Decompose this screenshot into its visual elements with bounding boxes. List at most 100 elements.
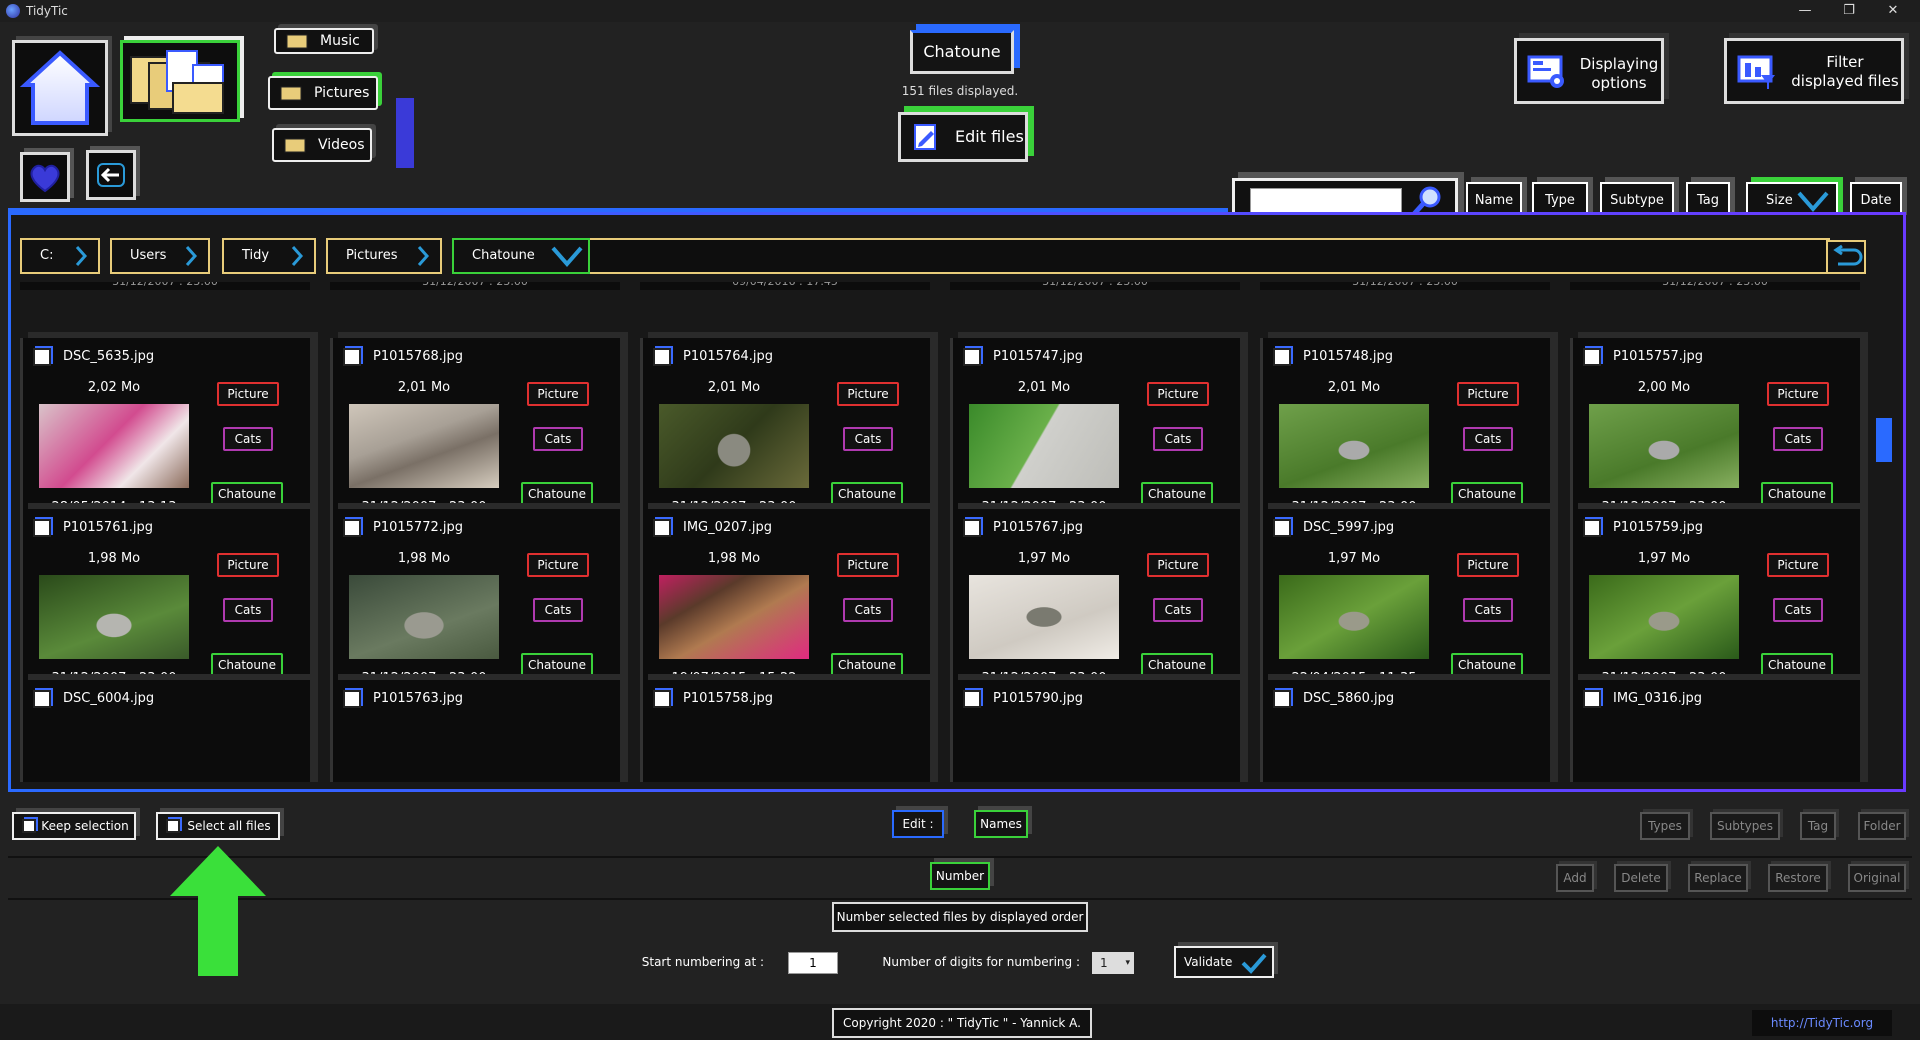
original-button[interactable]: Original (1848, 864, 1906, 892)
file-checkbox[interactable] (1273, 690, 1291, 708)
file-tag-badge[interactable]: Chatoune (211, 653, 283, 677)
file-tag-badge[interactable]: Chatoune (1141, 653, 1213, 677)
file-card[interactable]: P1015768.jpg 2,01 Mo 31/12/2007 : 23:00 Pic… (330, 338, 620, 526)
file-thumbnail[interactable] (349, 575, 499, 659)
folder-button[interactable]: Folder (1858, 812, 1906, 840)
file-type-badge[interactable]: Picture (1457, 382, 1519, 406)
file-thumbnail[interactable] (1279, 404, 1429, 488)
filter-files-button[interactable]: Filter displayed files (1724, 38, 1904, 104)
file-thumbnail[interactable] (1589, 404, 1739, 488)
website-link[interactable]: http://TidyTic.org (1752, 1010, 1892, 1036)
file-type-badge[interactable]: Picture (1457, 553, 1519, 577)
file-checkbox[interactable] (653, 519, 671, 537)
file-card[interactable]: P1015764.jpg 2,01 Mo 31/12/2007 : 23:00 Pic… (640, 338, 930, 526)
select-all-button[interactable]: Select all files (156, 812, 280, 840)
file-thumbnail[interactable] (39, 575, 189, 659)
file-type-badge[interactable]: Picture (217, 382, 279, 406)
file-subtype-badge[interactable]: Cats (1773, 598, 1823, 622)
file-checkbox[interactable] (343, 348, 361, 366)
file-card[interactable]: P1015748.jpg 2,01 Mo 31/12/2007 : 23:00 Pic… (1260, 338, 1550, 526)
file-checkbox[interactable] (653, 348, 671, 366)
videos-button[interactable]: Videos (272, 128, 372, 162)
file-subtype-badge[interactable]: Cats (1463, 427, 1513, 451)
file-checkbox[interactable] (653, 690, 671, 708)
close-button[interactable]: ✕ (1870, 0, 1916, 22)
file-subtype-badge[interactable]: Cats (843, 427, 893, 451)
file-card[interactable]: P1015767.jpg 1,97 Mo 31/12/2007 : 23:00 Pic… (950, 509, 1240, 697)
file-thumbnail[interactable] (659, 575, 809, 659)
displaying-options-button[interactable]: Displaying options (1514, 38, 1664, 104)
file-checkbox[interactable] (1583, 348, 1601, 366)
restore-button-edit[interactable]: Restore (1768, 864, 1828, 892)
types-button[interactable]: Types (1640, 812, 1690, 840)
file-tag-badge[interactable]: Chatoune (831, 482, 903, 506)
file-type-badge[interactable]: Picture (527, 382, 589, 406)
file-subtype-badge[interactable]: Cats (1153, 598, 1203, 622)
minimize-button[interactable]: — (1782, 0, 1828, 22)
file-checkbox[interactable] (963, 519, 981, 537)
music-button[interactable]: Music (274, 28, 374, 54)
home-button[interactable] (12, 40, 108, 136)
pictures-button[interactable]: Pictures (268, 76, 378, 110)
current-folder-button[interactable]: Chatoune (910, 30, 1014, 74)
file-thumbnail[interactable] (1589, 575, 1739, 659)
file-checkbox[interactable] (33, 519, 51, 537)
file-subtype-badge[interactable]: Cats (1463, 598, 1513, 622)
file-card[interactable]: P1015757.jpg 2,00 Mo 31/12/2007 : 23:00 Pic… (1570, 338, 1860, 526)
file-tag-badge[interactable]: Chatoune (521, 482, 593, 506)
file-card[interactable]: P1015758.jpg (640, 680, 930, 782)
file-thumbnail[interactable] (349, 404, 499, 488)
file-tag-badge[interactable]: Chatoune (1761, 482, 1833, 506)
file-tag-badge[interactable]: Chatoune (1141, 482, 1213, 506)
search-input[interactable] (1250, 188, 1402, 214)
file-thumbnail[interactable] (969, 575, 1119, 659)
file-tag-badge[interactable]: Chatoune (831, 653, 903, 677)
file-tag-badge[interactable]: Chatoune (211, 482, 283, 506)
start-numbering-input[interactable] (788, 952, 838, 974)
validate-button[interactable]: Validate (1174, 946, 1274, 978)
file-tag-badge[interactable]: Chatoune (1451, 482, 1523, 506)
file-checkbox[interactable] (33, 690, 51, 708)
file-checkbox[interactable] (1583, 690, 1601, 708)
file-subtype-badge[interactable]: Cats (533, 427, 583, 451)
file-type-badge[interactable]: Picture (1147, 382, 1209, 406)
file-thumbnail[interactable] (659, 404, 809, 488)
file-subtype-badge[interactable]: Cats (533, 598, 583, 622)
file-subtype-badge[interactable]: Cats (223, 427, 273, 451)
file-tag-badge[interactable]: Chatoune (521, 653, 593, 677)
file-checkbox[interactable] (343, 519, 361, 537)
delete-button[interactable]: Delete (1614, 864, 1668, 892)
file-card[interactable]: P1015761.jpg 1,98 Mo 31/12/2007 : 23:00 Pic… (20, 509, 310, 697)
file-subtype-badge[interactable]: Cats (843, 598, 893, 622)
file-checkbox[interactable] (1583, 519, 1601, 537)
breadcrumb-item-current[interactable]: Chatoune (452, 238, 590, 274)
tag-button[interactable]: Tag (1800, 812, 1836, 840)
file-type-badge[interactable]: Picture (1147, 553, 1209, 577)
file-type-badge[interactable]: Picture (837, 553, 899, 577)
file-type-badge[interactable]: Picture (1767, 553, 1829, 577)
file-checkbox[interactable] (963, 690, 981, 708)
number-button[interactable]: Number (930, 862, 990, 890)
add-button[interactable]: Add (1556, 864, 1594, 892)
undo-path-button[interactable] (1826, 240, 1866, 274)
back-button[interactable] (86, 150, 136, 200)
subtypes-button[interactable]: Subtypes (1710, 812, 1780, 840)
file-card[interactable]: P1015759.jpg 1,97 Mo 31/12/2007 : 23:00 Pic… (1570, 509, 1860, 697)
restore-button[interactable]: ❐ (1826, 0, 1872, 22)
file-card[interactable]: DSC_5860.jpg (1260, 680, 1550, 782)
keep-selection-button[interactable]: Keep selection (12, 812, 136, 840)
folders-button[interactable] (120, 40, 240, 122)
scrollbar-thumb[interactable] (1876, 418, 1892, 462)
file-type-badge[interactable]: Picture (217, 553, 279, 577)
file-card[interactable]: DSC_6004.jpg (20, 680, 310, 782)
file-card[interactable]: P1015772.jpg 1,98 Mo 31/12/2007 : 23:00 Pic… (330, 509, 620, 697)
file-type-badge[interactable]: Picture (1767, 382, 1829, 406)
file-checkbox[interactable] (963, 348, 981, 366)
file-checkbox[interactable] (33, 348, 51, 366)
file-tag-badge[interactable]: Chatoune (1451, 653, 1523, 677)
file-tag-badge[interactable]: Chatoune (1761, 653, 1833, 677)
file-thumbnail[interactable] (39, 404, 189, 488)
file-thumbnail[interactable] (1279, 575, 1429, 659)
file-type-badge[interactable]: Picture (837, 382, 899, 406)
file-thumbnail[interactable] (969, 404, 1119, 488)
